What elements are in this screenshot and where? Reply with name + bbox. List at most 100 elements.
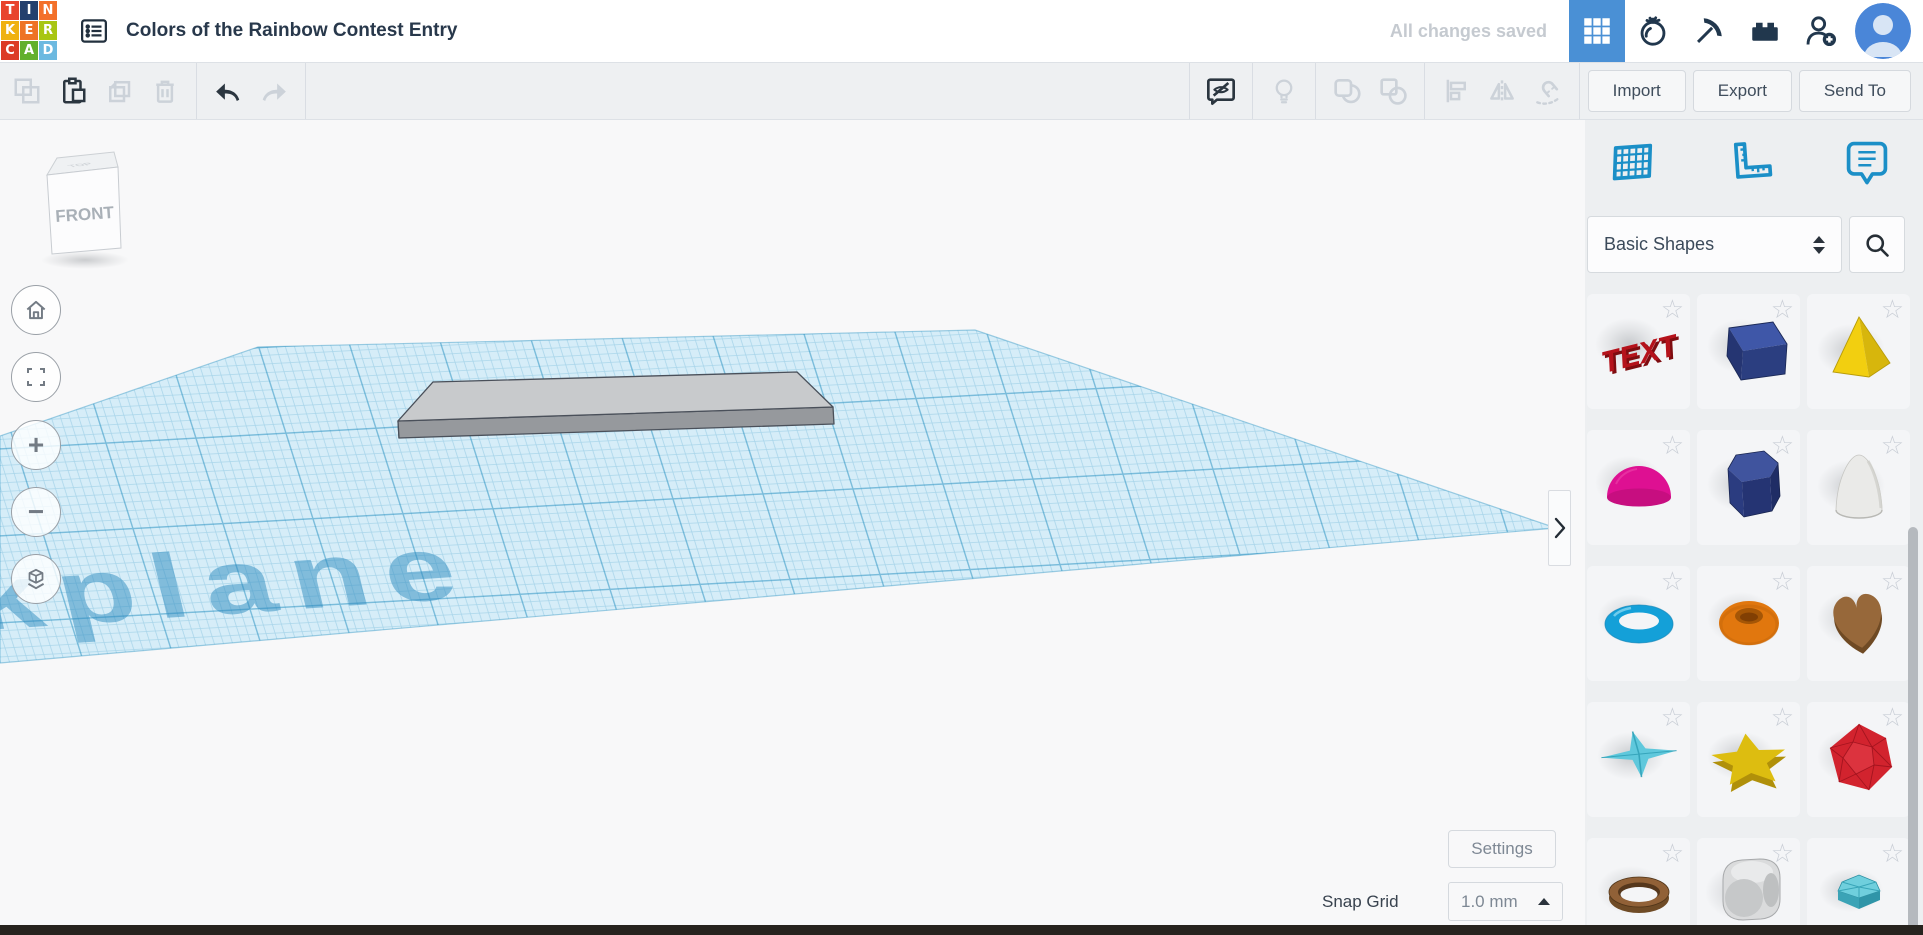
favorite-star-icon[interactable]: ☆ — [1881, 294, 1904, 328]
design-menu-icon — [79, 16, 109, 46]
hide-selected-button[interactable] — [1198, 63, 1244, 119]
favorite-star-icon[interactable]: ☆ — [1661, 838, 1684, 872]
undo-icon — [213, 76, 243, 106]
favorite-star-icon[interactable]: ☆ — [1881, 838, 1904, 872]
shape-rounded-cube[interactable]: ☆ — [1697, 838, 1800, 925]
blocks-view-button[interactable] — [1569, 0, 1625, 62]
home-icon — [23, 297, 49, 323]
toolbar: Import Export Send To — [0, 62, 1923, 120]
redo-button[interactable] — [251, 63, 297, 119]
favorite-star-icon[interactable]: ☆ — [1771, 294, 1794, 328]
shape-torus-thick[interactable]: ☆ — [1697, 566, 1800, 681]
favorite-star-icon[interactable]: ☆ — [1661, 430, 1684, 464]
shape-gem[interactable]: ☆ — [1807, 838, 1910, 925]
magnet-button[interactable] — [1525, 63, 1571, 119]
avatar[interactable] — [1855, 3, 1911, 59]
notes-tool-button[interactable] — [1839, 134, 1895, 190]
main-area: Workplane TOP FRONT — [0, 120, 1923, 925]
workplane-icon — [1607, 136, 1659, 188]
fit-view-icon — [24, 365, 48, 389]
invite-button[interactable] — [1793, 0, 1849, 62]
favorite-star-icon[interactable]: ☆ — [1771, 838, 1794, 872]
copy-button[interactable] — [4, 63, 50, 119]
canvas-3d[interactable]: Workplane TOP FRONT — [0, 120, 1585, 925]
collapse-panel-tab[interactable] — [1548, 490, 1571, 566]
snap-grid-select[interactable]: 1.0 mm — [1448, 882, 1563, 921]
mirror-icon — [1487, 76, 1517, 106]
caret-up-icon — [1538, 898, 1550, 905]
favorite-star-icon[interactable]: ☆ — [1771, 430, 1794, 464]
notes-icon — [1841, 136, 1893, 188]
shape-polygon-prism[interactable]: ☆ — [1697, 430, 1800, 545]
ungroup-button[interactable] — [1370, 63, 1416, 119]
workplane-tool-button[interactable] — [1605, 134, 1661, 190]
shape-icosahedron[interactable]: ☆ — [1807, 702, 1910, 817]
hide-selected-icon — [1205, 75, 1237, 107]
logo-tile: T — [1, 1, 19, 20]
snap-grid-value: 1.0 mm — [1461, 892, 1518, 912]
panel-scrollbar-thumb[interactable] — [1908, 527, 1918, 925]
grid-settings-button[interactable]: Settings — [1448, 830, 1556, 868]
group-button[interactable] — [1324, 63, 1370, 119]
avatar-icon — [1855, 3, 1911, 59]
chevron-right-icon — [1553, 517, 1567, 539]
panel-tools — [1585, 120, 1923, 190]
fit-view-button[interactable] — [11, 352, 61, 402]
mirror-button[interactable] — [1479, 63, 1525, 119]
home-view-button[interactable] — [11, 285, 61, 335]
send-to-button[interactable]: Send To — [1799, 70, 1911, 112]
ungroup-icon — [1377, 75, 1409, 107]
paste-icon — [58, 76, 88, 106]
minus-icon: − — [28, 496, 44, 528]
undo-button[interactable] — [205, 63, 251, 119]
show-all-button[interactable] — [1261, 63, 1307, 119]
toolbar-separator — [1252, 63, 1253, 119]
design-title[interactable]: Colors of the Rainbow Contest Entry — [126, 20, 457, 42]
zoom-in-button[interactable]: + — [11, 420, 61, 470]
shape-torus-thin[interactable]: ☆ — [1587, 566, 1690, 681]
shape-star-5pt[interactable]: ☆ — [1697, 702, 1800, 817]
group-icon — [1331, 75, 1363, 107]
shape-star-4pt[interactable]: ☆ — [1587, 702, 1690, 817]
paste-button[interactable] — [50, 63, 96, 119]
shape-category-select[interactable]: Basic Shapes — [1587, 216, 1842, 273]
favorite-star-icon[interactable]: ☆ — [1661, 566, 1684, 600]
shape-box[interactable]: ☆ — [1697, 294, 1800, 409]
design-menu-button[interactable] — [78, 15, 110, 47]
duplicate-button[interactable] — [96, 63, 142, 119]
topbar: T I N K E R C A D Colors of the Rainbow … — [0, 0, 1923, 62]
favorite-star-icon[interactable]: ☆ — [1661, 702, 1684, 736]
perspective-toggle-button[interactable] — [11, 554, 61, 604]
toolbar-separator — [305, 63, 306, 119]
sim-lab-button[interactable] — [1625, 0, 1681, 62]
favorite-star-icon[interactable]: ☆ — [1881, 566, 1904, 600]
search-shapes-button[interactable] — [1849, 216, 1905, 273]
ruler-tool-button[interactable] — [1722, 134, 1778, 190]
shape-heart[interactable]: ☆ — [1807, 566, 1910, 681]
shapes-panel: Basic Shapes ☆ TEXT — [1585, 120, 1923, 925]
favorite-star-icon[interactable]: ☆ — [1771, 566, 1794, 600]
export-button[interactable]: Export — [1693, 70, 1792, 112]
favorite-star-icon[interactable]: ☆ — [1771, 702, 1794, 736]
tinkercad-logo[interactable]: T I N K E R C A D — [0, 0, 58, 62]
magnet-icon — [1532, 75, 1564, 107]
zoom-out-button[interactable]: − — [11, 487, 61, 537]
align-button[interactable] — [1433, 63, 1479, 119]
shape-text[interactable]: ☆ TEXT TEXT — [1587, 294, 1690, 409]
shape-half-sphere[interactable]: ☆ — [1587, 430, 1690, 545]
logo-tile: R — [39, 21, 57, 40]
import-button[interactable]: Import — [1588, 70, 1686, 112]
brick-export-button[interactable] — [1737, 0, 1793, 62]
logo-tile: N — [39, 1, 57, 20]
delete-button[interactable] — [142, 63, 188, 119]
logo-tile: I — [20, 1, 38, 20]
favorite-star-icon[interactable]: ☆ — [1881, 702, 1904, 736]
select-arrows-icon — [1813, 236, 1825, 254]
shape-paraboloid[interactable]: ☆ — [1807, 430, 1910, 545]
favorite-star-icon[interactable]: ☆ — [1661, 294, 1684, 328]
view-cube[interactable]: TOP FRONT — [41, 152, 129, 269]
favorite-star-icon[interactable]: ☆ — [1881, 430, 1904, 464]
shape-pyramid[interactable]: ☆ — [1807, 294, 1910, 409]
minecraft-export-button[interactable] — [1681, 0, 1737, 62]
shape-tube-ring[interactable]: ☆ — [1587, 838, 1690, 925]
